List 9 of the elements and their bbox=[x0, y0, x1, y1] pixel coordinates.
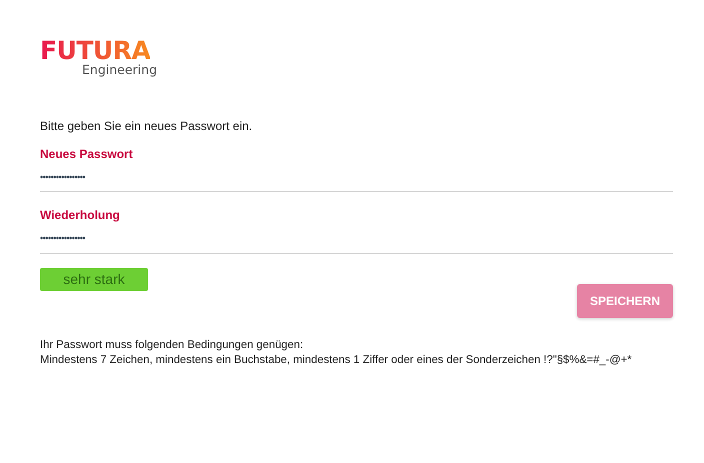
intro-text: Bitte geben Sie ein neues Passwort ein. bbox=[40, 118, 254, 135]
strength-label: sehr stark bbox=[62, 270, 126, 289]
logo-tagline: Engineering bbox=[82, 63, 157, 77]
field-label: Wiederholung bbox=[40, 207, 121, 224]
password-field[interactable]: ••••••••••••••••• bbox=[40, 162, 673, 192]
rules-text: Ihr Passwort muss folgenden Bedingungen genügen: bbox=[40, 338, 304, 353]
field-label: Neues Passwort bbox=[40, 146, 134, 163]
rules-text: Mindestens 7 Zeichen, mindestens ein Buchstabe, mindestens 1 Ziffer oder eines der Sonderzeichen !?"§$%&=#_-@+* bbox=[40, 352, 633, 368]
password-field[interactable]: ••••••••••••••••• bbox=[40, 224, 673, 254]
